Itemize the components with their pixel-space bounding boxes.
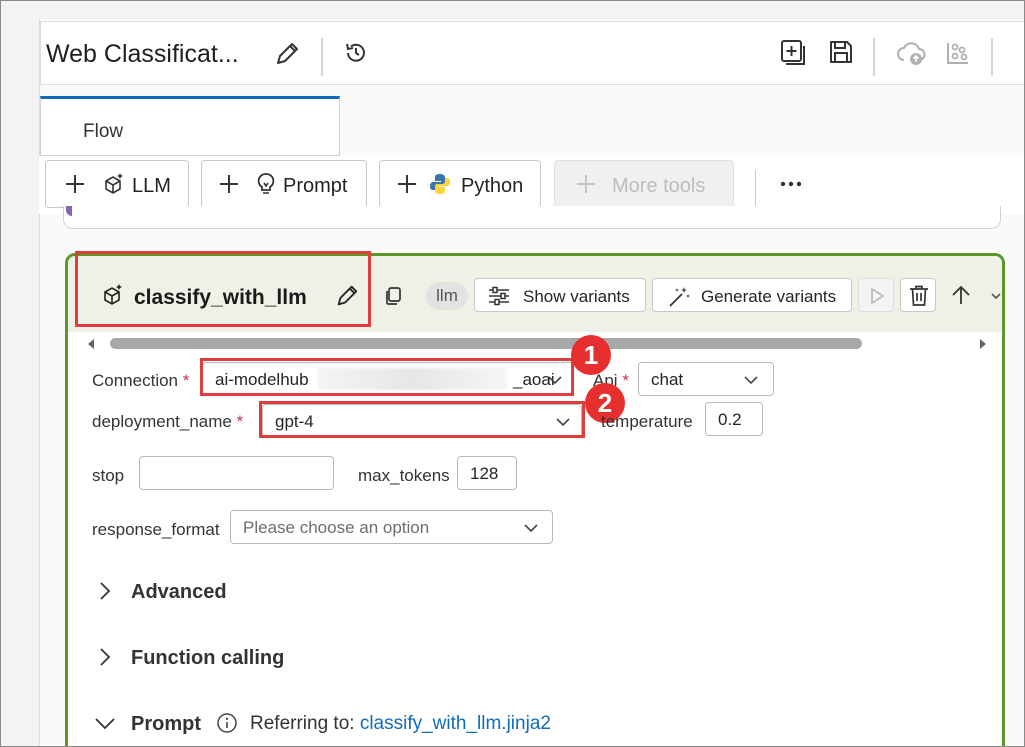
flow-title: Web Classificat...: [46, 40, 239, 68]
llm-sparkle-icon: [104, 284, 122, 305]
response-format-placeholder: Please choose an option: [243, 518, 430, 537]
play-icon: [871, 288, 884, 304]
divider: [755, 170, 756, 206]
llm-node-card: classify_with_llm llm Show variants Gene…: [65, 251, 1005, 746]
app-frame: Web Classificat... Flow LLM Prompt Pytho…: [0, 0, 1025, 747]
history-icon[interactable]: [343, 40, 369, 66]
chevron-right-icon[interactable]: [98, 581, 112, 601]
plus-icon: [220, 175, 238, 193]
prompt-file-link[interactable]: classify_with_llm.jinja2: [360, 713, 551, 734]
plus-icon: [66, 175, 84, 193]
copy-icon[interactable]: [384, 286, 404, 306]
generate-variants-button[interactable]: Generate variants: [652, 278, 852, 312]
add-llm-label: LLM: [132, 175, 171, 197]
run-node-button: [858, 278, 894, 312]
node-type-tag: llm: [426, 282, 468, 310]
tab-flow[interactable]: Flow: [40, 96, 340, 156]
advanced-section-toggle[interactable]: Advanced: [131, 581, 227, 604]
chevron-down-icon: [744, 376, 758, 385]
generate-variants-label: Generate variants: [701, 287, 837, 306]
previous-node-card: [63, 206, 1001, 229]
response-format-label: response_format: [92, 520, 220, 539]
chevron-right-icon[interactable]: [98, 647, 112, 667]
max-tokens-value: 128: [470, 464, 499, 483]
plus-icon: [398, 175, 416, 193]
connection-label: Connection *: [92, 371, 190, 390]
scroll-right-icon[interactable]: [978, 338, 988, 350]
rename-pencil-icon[interactable]: [273, 40, 301, 68]
node-header: classify_with_llm llm Show variants Gene…: [68, 251, 1002, 332]
chart-icon: [947, 43, 968, 64]
add-llm-button[interactable]: LLM: [45, 160, 189, 208]
llm-sparkle-icon: [105, 173, 123, 194]
delete-node-button[interactable]: [900, 278, 936, 312]
temperature-label: temperature: [601, 412, 693, 431]
magic-wand-icon: [669, 287, 690, 307]
add-prompt-label: Prompt: [283, 175, 348, 197]
chevron-down-icon[interactable]: [94, 716, 116, 730]
move-up-arrow-icon[interactable]: [950, 284, 972, 306]
save-icon[interactable]: [827, 38, 855, 66]
rename-pencil-icon[interactable]: [334, 283, 360, 309]
scroll-left-icon[interactable]: [86, 338, 96, 350]
add-prompt-button[interactable]: Prompt: [201, 160, 367, 208]
divider: [321, 38, 323, 76]
divider: [873, 38, 875, 76]
horizontal-scrollbar[interactable]: [84, 336, 994, 352]
more-options-icon[interactable]: [779, 180, 803, 188]
stop-label: stop: [92, 466, 125, 485]
python-icon: [430, 174, 450, 194]
max-tokens-label: max_tokens: [358, 466, 450, 485]
node-name: classify_with_llm: [134, 286, 307, 309]
function-calling-section-toggle[interactable]: Function calling: [131, 647, 284, 670]
cloud-upload-icon: [897, 42, 926, 65]
more-tools-button: More tools: [554, 160, 734, 208]
deployment-name-label: deployment_name *: [92, 412, 244, 431]
info-icon[interactable]: [216, 712, 238, 734]
temperature-value: 0.2: [718, 410, 742, 429]
max-tokens-input[interactable]: 128: [457, 456, 517, 490]
scrollbar-thumb[interactable]: [110, 338, 862, 349]
api-value: chat: [651, 370, 684, 389]
more-tools-label: More tools: [612, 175, 706, 197]
response-format-dropdown[interactable]: Please choose an option: [230, 510, 553, 544]
divider: [991, 38, 993, 76]
trash-icon: [910, 285, 928, 306]
temperature-input[interactable]: 0.2: [705, 402, 763, 436]
plus-icon: [577, 175, 595, 193]
referring-to-text: Referring to: classify_with_llm.jinja2: [250, 713, 551, 734]
add-python-button[interactable]: Python: [379, 160, 541, 208]
show-variants-button[interactable]: Show variants: [474, 278, 646, 312]
highlight-deployment: [259, 401, 585, 438]
show-variants-label: Show variants: [523, 287, 630, 306]
tab-flow-label: Flow: [83, 121, 124, 142]
add-python-label: Python: [461, 175, 524, 197]
api-dropdown[interactable]: chat: [638, 362, 774, 396]
lightbulb-icon: [257, 173, 275, 194]
prompt-section-toggle[interactable]: Prompt: [131, 713, 201, 736]
chevron-down-icon[interactable]: [990, 290, 1002, 302]
title-bar: Web Classificat...: [40, 21, 1024, 85]
clone-icon[interactable]: [779, 38, 807, 68]
highlight-connection: [200, 358, 574, 396]
chevron-down-icon: [524, 524, 538, 533]
sliders-icon: [489, 286, 509, 306]
callout-badge-1: 1: [571, 335, 611, 375]
stop-input[interactable]: [139, 456, 334, 490]
